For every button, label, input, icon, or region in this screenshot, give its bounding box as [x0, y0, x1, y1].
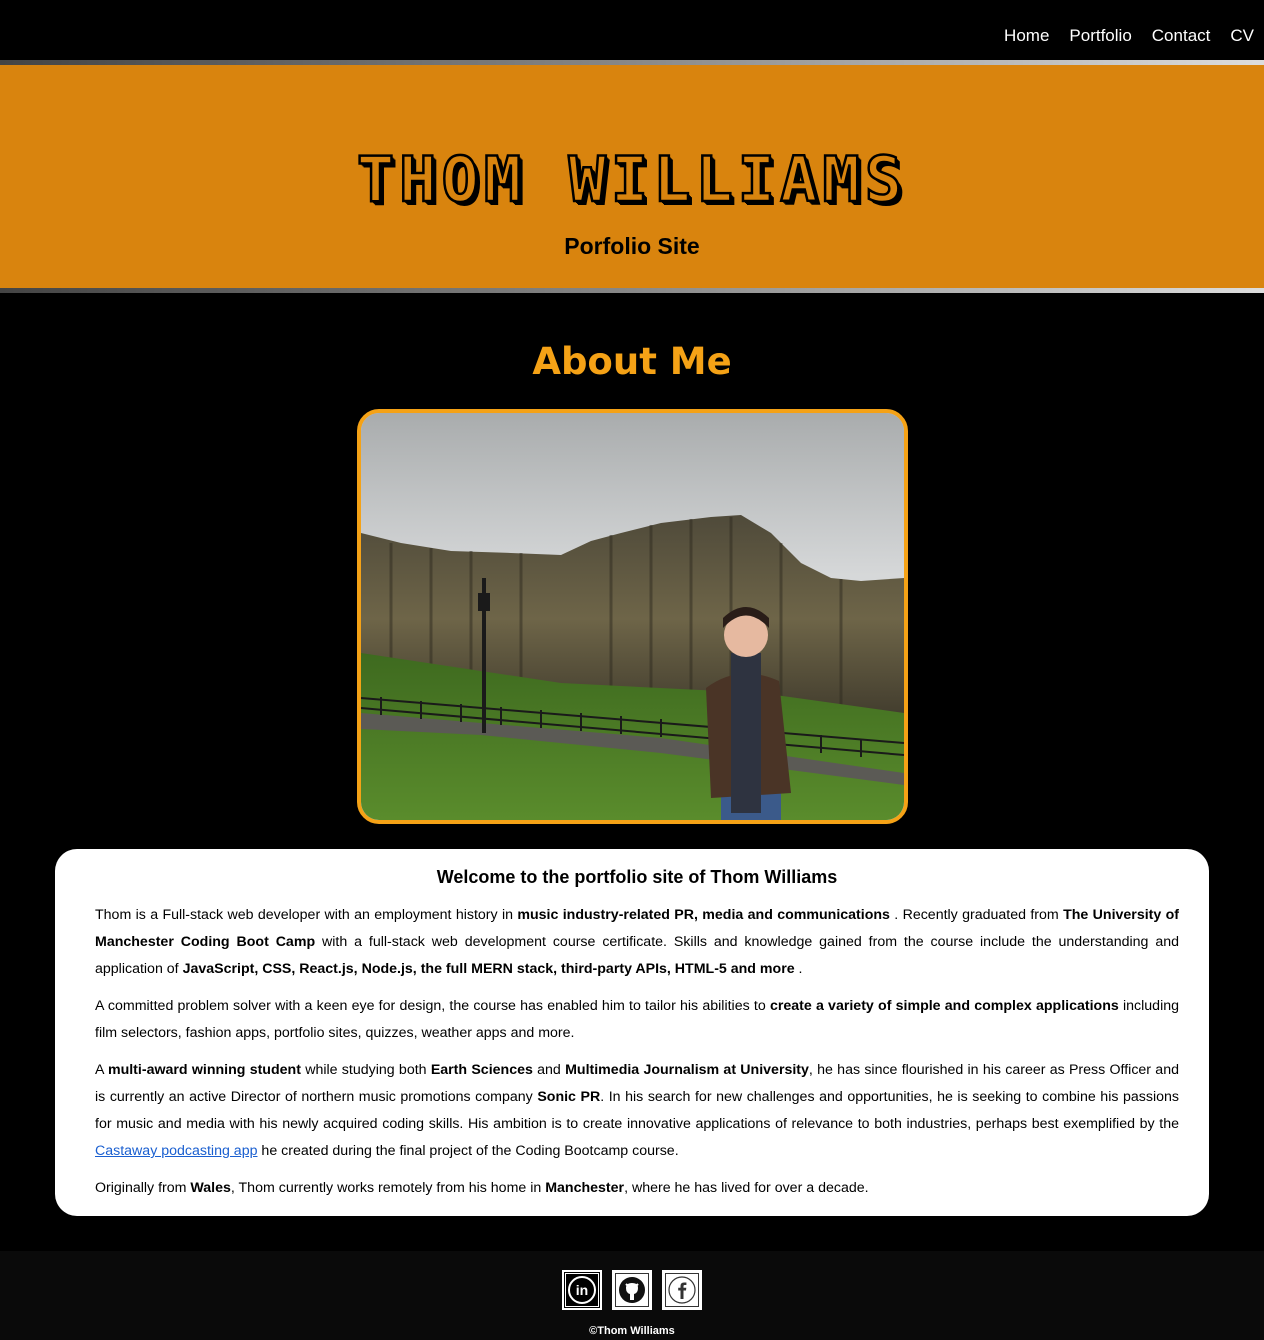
hero-banner: THOM WILLIAMS Porfolio Site: [0, 65, 1264, 288]
highlight-text: JavaScript, CSS, React.js, Node.js, the …: [182, 961, 795, 977]
github-link[interactable]: [612, 1270, 652, 1310]
about-paragraph-1: Thom is a Full-stack web developer with …: [95, 902, 1179, 983]
body-text: Thom is a Full-stack web developer with …: [95, 907, 518, 923]
highlight-text: Manchester: [545, 1180, 625, 1196]
castaway-app-link[interactable]: Castaway podcasting app: [95, 1143, 257, 1159]
body-text: A committed problem solver with a keen e…: [95, 998, 770, 1014]
github-icon: [615, 1273, 649, 1307]
highlight-text: multi-award winning student: [107, 1062, 301, 1078]
body-text: while studying both: [300, 1062, 431, 1078]
highlight-text: Sonic PR: [537, 1089, 601, 1105]
body-text: , Thom currently works remotely from his…: [230, 1180, 546, 1196]
highlight-text: Multimedia Journalism at University: [565, 1062, 809, 1078]
nav-link-contact[interactable]: Contact: [1152, 26, 1211, 45]
body-text: A: [95, 1062, 108, 1078]
body-text: . Recently graduated from: [889, 907, 1064, 923]
about-paragraph-4: Originally from Wales, Thom currently wo…: [95, 1175, 1179, 1202]
copyright-text: ©Thom Williams: [589, 1325, 675, 1337]
nav-link-portfolio[interactable]: Portfolio: [1069, 26, 1131, 45]
svg-text:in: in: [576, 1282, 588, 1298]
highlight-text: create a variety of simple and complex a…: [769, 998, 1119, 1014]
body-text: he created during the final project of t…: [257, 1143, 679, 1159]
about-paragraph-3: A multi-award winning student while stud…: [95, 1057, 1179, 1165]
profile-photo: [357, 409, 908, 824]
nav-link-home[interactable]: Home: [1004, 26, 1049, 45]
nav-link-cv[interactable]: CV: [1230, 26, 1254, 45]
body-text: .: [794, 961, 803, 977]
site-title: THOM WILLIAMS: [356, 142, 908, 218]
facebook-icon: [665, 1273, 699, 1307]
body-text: Originally from: [95, 1180, 191, 1196]
hero-bottom-divider: [0, 288, 1264, 293]
body-text: and: [532, 1062, 566, 1078]
body-text: , where he has lived for over a decade.: [624, 1180, 869, 1196]
highlight-text: music industry-related PR, media and com…: [517, 907, 890, 923]
site-subtitle: Porfolio Site: [564, 233, 700, 259]
about-card: Welcome to the portfolio site of Thom Wi…: [55, 849, 1209, 1216]
highlight-text: Wales: [190, 1180, 231, 1196]
highlight-text: Earth Sciences: [430, 1062, 533, 1078]
linkedin-icon: in: [565, 1273, 599, 1307]
footer: in ©Thom Williams: [0, 1251, 1264, 1340]
linkedin-link[interactable]: in: [562, 1270, 602, 1310]
about-heading: About Me: [532, 340, 732, 383]
facebook-link[interactable]: [662, 1270, 702, 1310]
welcome-title: Welcome to the portfolio site of Thom Wi…: [436, 867, 838, 887]
about-paragraph-2: A committed problem solver with a keen e…: [95, 993, 1179, 1047]
top-navigation: Home Portfolio Contact CV: [0, 0, 1264, 60]
